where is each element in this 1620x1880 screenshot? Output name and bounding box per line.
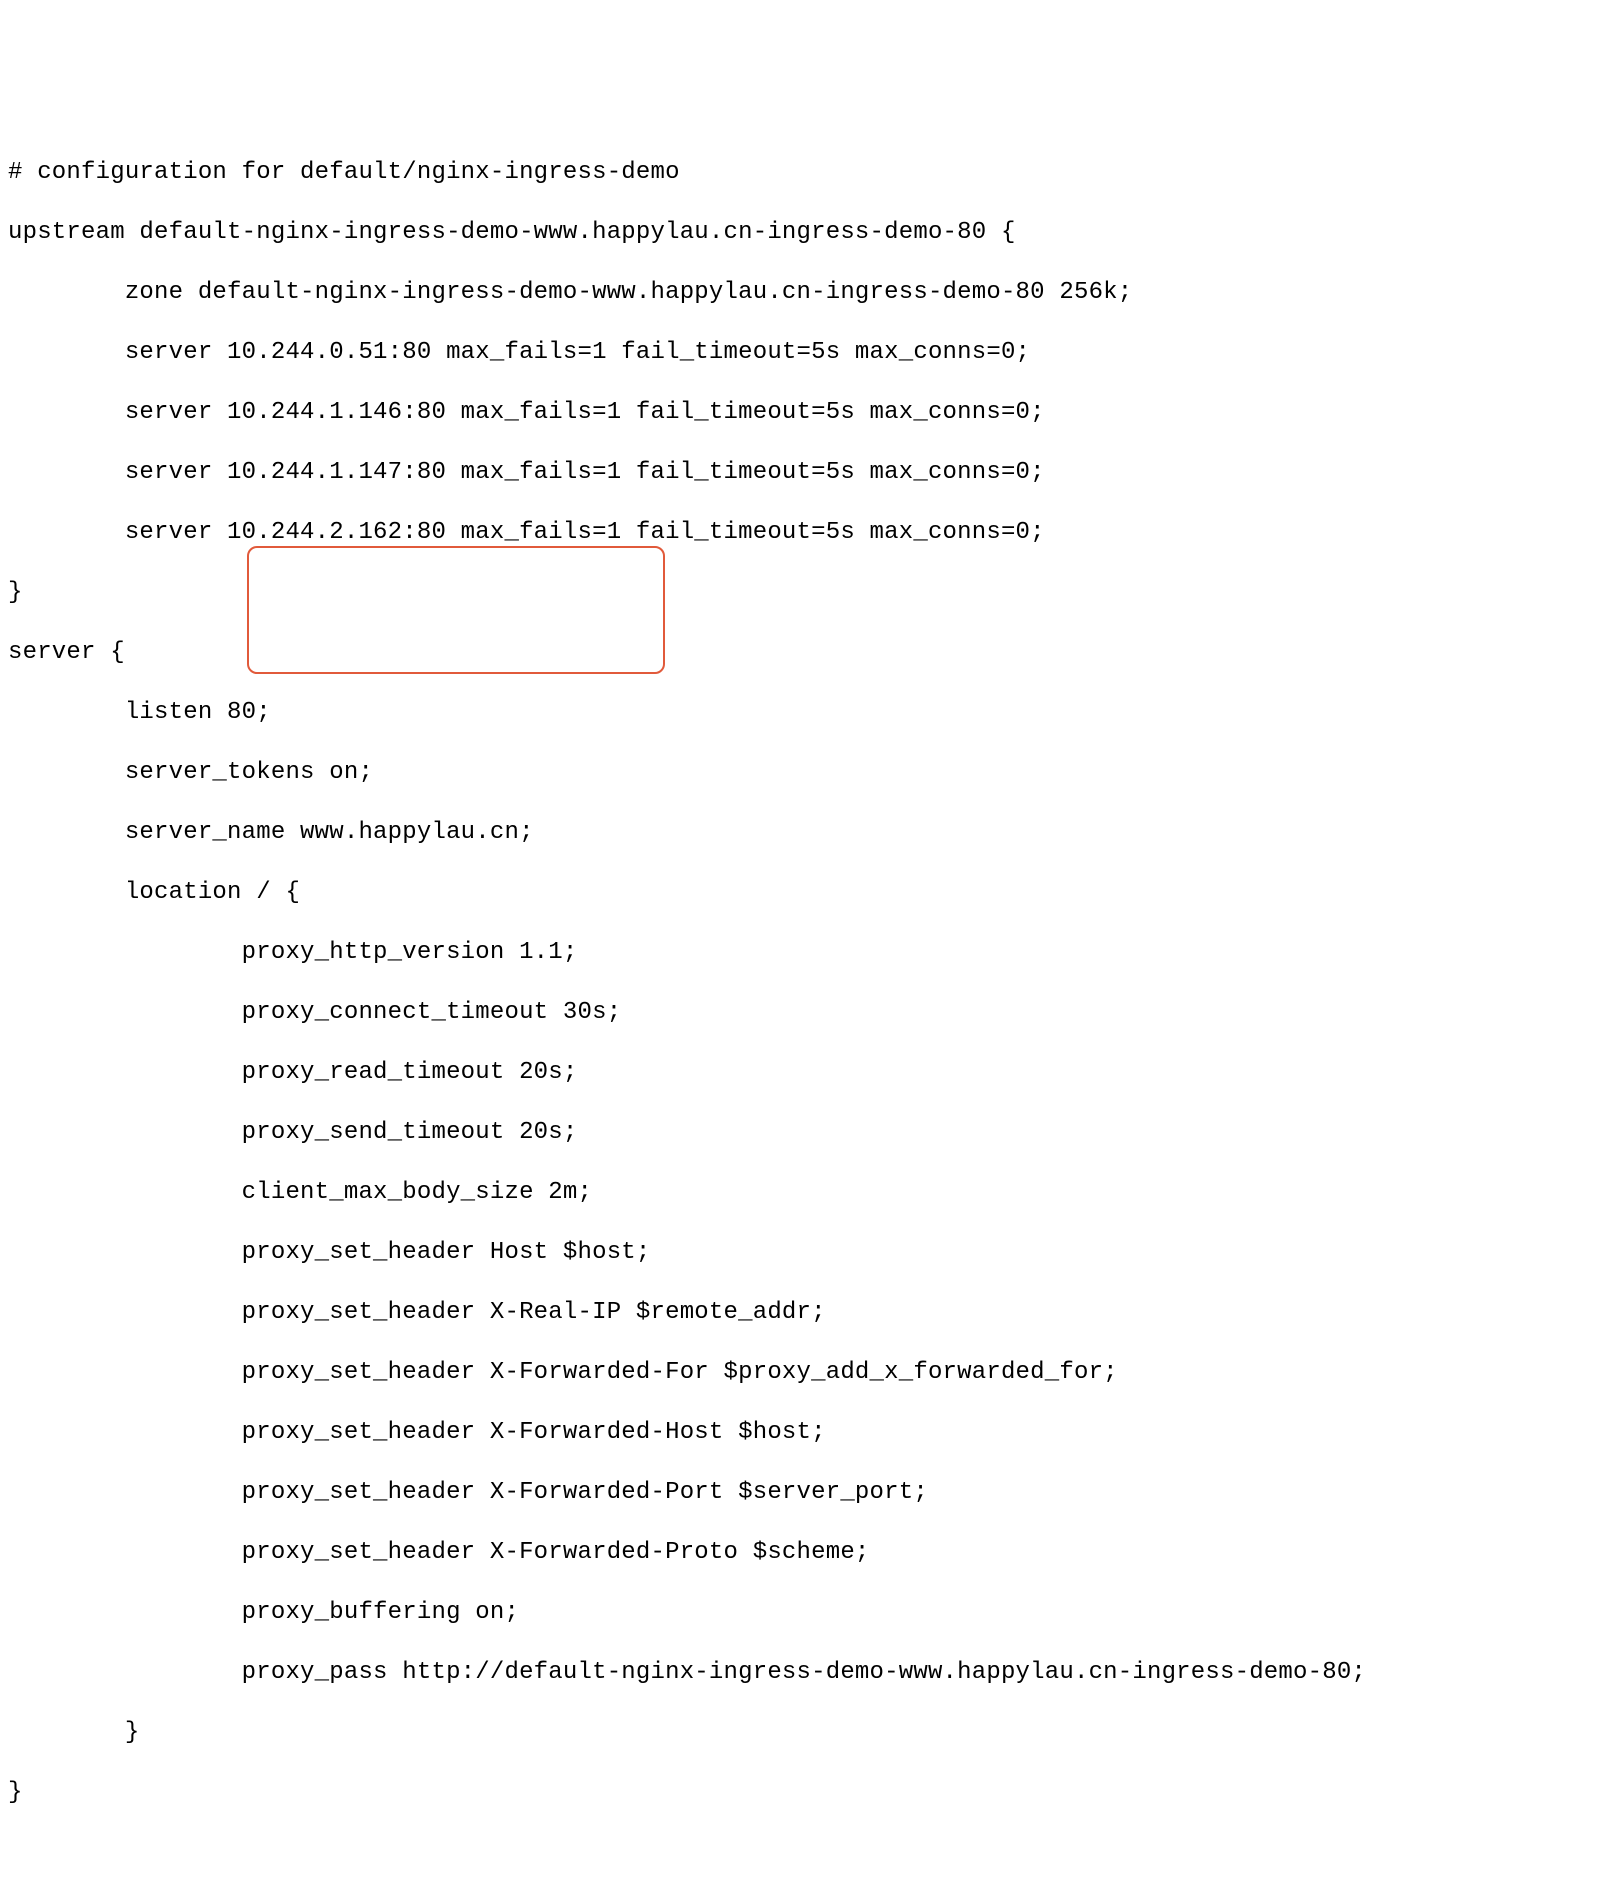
code-line: server_tokens on; bbox=[8, 758, 1612, 788]
code-line: # configuration for default/nginx-ingres… bbox=[8, 158, 1612, 188]
code-line: } bbox=[8, 1778, 1612, 1808]
code-line: listen 80; bbox=[8, 698, 1612, 728]
code-line: server 10.244.2.162:80 max_fails=1 fail_… bbox=[8, 518, 1612, 548]
code-line: proxy_set_header Host $host; bbox=[8, 1238, 1612, 1268]
code-line: server 10.244.1.147:80 max_fails=1 fail_… bbox=[8, 458, 1612, 488]
code-line: location / { bbox=[8, 878, 1612, 908]
code-line: proxy_set_header X-Forwarded-For $proxy_… bbox=[8, 1358, 1612, 1388]
code-line: proxy_set_header X-Real-IP $remote_addr; bbox=[8, 1298, 1612, 1328]
code-line: proxy_http_version 1.1; bbox=[8, 938, 1612, 968]
code-line: proxy_buffering on; bbox=[8, 1598, 1612, 1628]
code-line: } bbox=[8, 1718, 1612, 1748]
code-line: proxy_set_header X-Forwarded-Port $serve… bbox=[8, 1478, 1612, 1508]
code-line: server_name www.happylau.cn; bbox=[8, 818, 1612, 848]
code-container: # configuration for default/nginx-ingres… bbox=[8, 128, 1612, 1868]
code-line: proxy_read_timeout 20s; bbox=[8, 1058, 1612, 1088]
code-line: upstream default-nginx-ingress-demo-www.… bbox=[8, 218, 1612, 248]
code-line: client_max_body_size 2m; bbox=[8, 1178, 1612, 1208]
code-line: proxy_connect_timeout 30s; bbox=[8, 998, 1612, 1028]
code-line: server { bbox=[8, 638, 1612, 668]
code-line: } bbox=[8, 578, 1612, 608]
code-line: server 10.244.1.146:80 max_fails=1 fail_… bbox=[8, 398, 1612, 428]
code-line: proxy_send_timeout 20s; bbox=[8, 1118, 1612, 1148]
code-line: server 10.244.0.51:80 max_fails=1 fail_t… bbox=[8, 338, 1612, 368]
code-line: proxy_set_header X-Forwarded-Proto $sche… bbox=[8, 1538, 1612, 1568]
code-line: zone default-nginx-ingress-demo-www.happ… bbox=[8, 278, 1612, 308]
code-line: proxy_set_header X-Forwarded-Host $host; bbox=[8, 1418, 1612, 1448]
code-line: proxy_pass http://default-nginx-ingress-… bbox=[8, 1658, 1612, 1688]
